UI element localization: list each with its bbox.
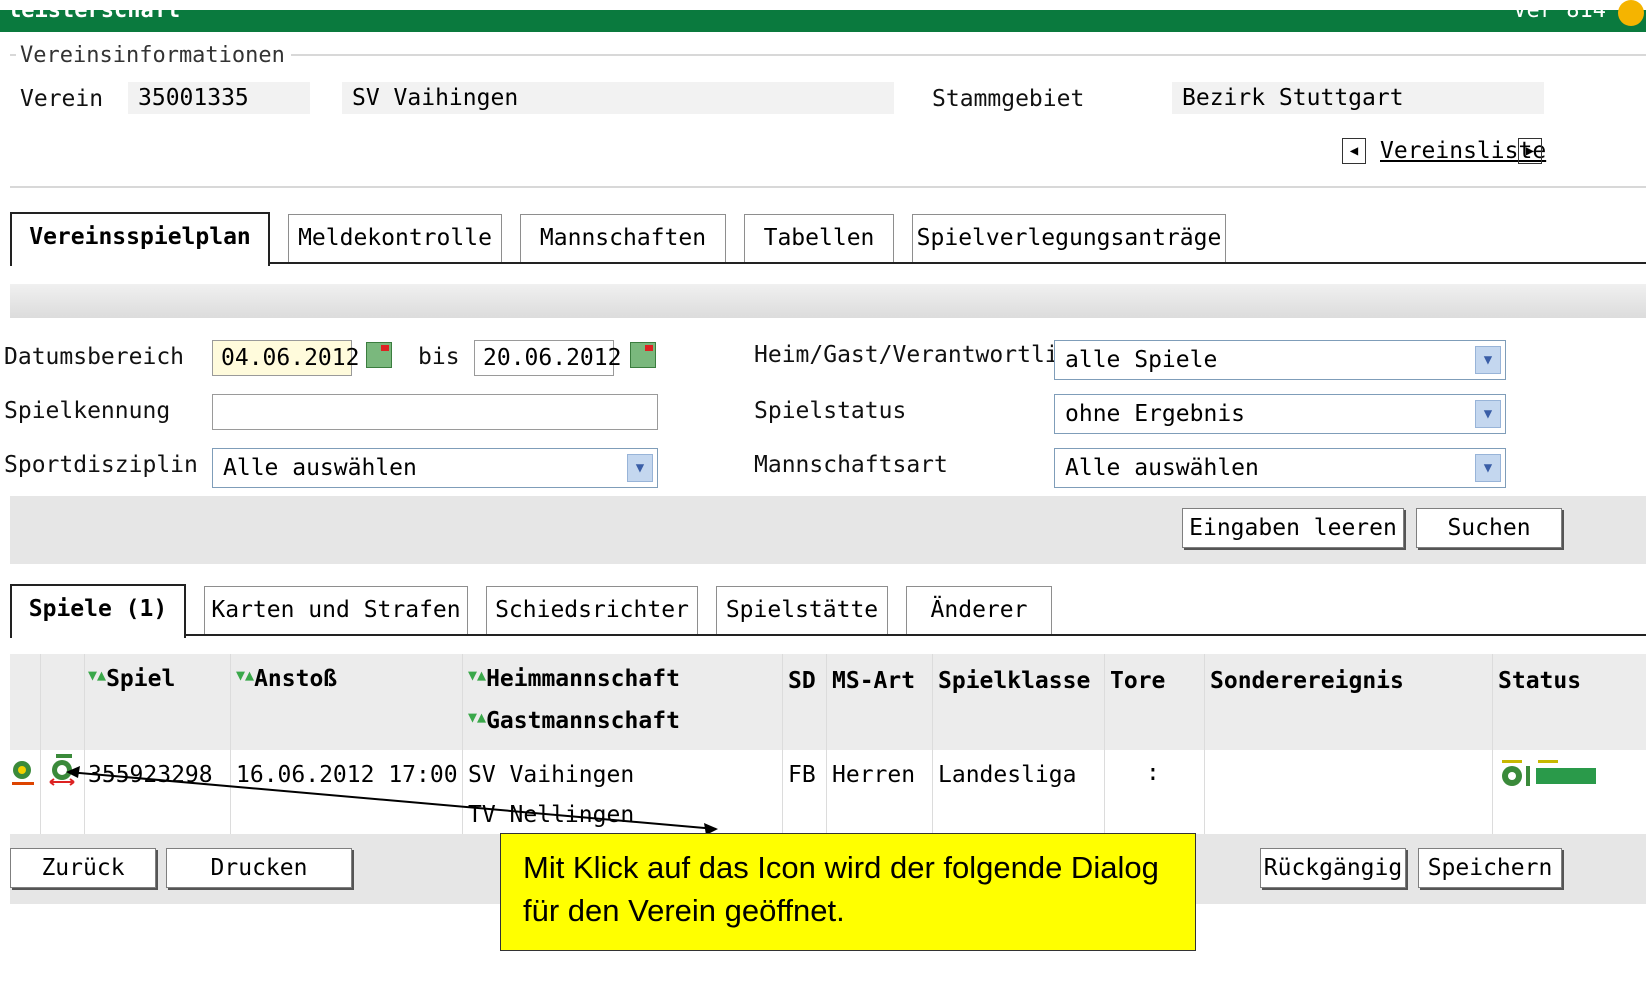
print-button[interactable]: Drucken [166, 848, 352, 888]
back-button[interactable]: Zurück [10, 848, 156, 888]
annotation-callout: Mit Klick auf das Icon wird der folgende… [500, 833, 1196, 951]
save-button[interactable]: Speichern [1418, 848, 1562, 888]
tab-spiele[interactable]: Spiele (1) [10, 584, 186, 638]
undo-button[interactable]: Rückgängig [1260, 848, 1406, 888]
tab-vereinsspielplan[interactable]: Vereinsspielplan [10, 212, 270, 266]
